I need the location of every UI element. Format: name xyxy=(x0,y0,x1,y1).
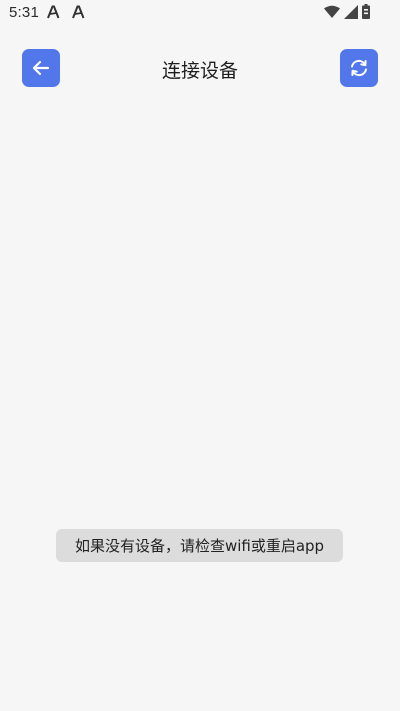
status-bar: 5:31 xyxy=(0,0,400,28)
font-a-icon xyxy=(47,5,60,19)
status-right-icons xyxy=(324,4,370,19)
battery-icon xyxy=(362,4,370,19)
cell-signal-icon xyxy=(344,4,358,19)
app-header: 连接设备 xyxy=(0,44,400,94)
toast-message: 如果没有设备，请检查wifi或重启app xyxy=(56,529,343,562)
refresh-button[interactable] xyxy=(340,49,378,87)
refresh-icon xyxy=(351,59,367,77)
status-time: 5:31 xyxy=(9,4,39,21)
wifi-icon xyxy=(324,5,340,18)
font-a-icon xyxy=(72,5,85,19)
